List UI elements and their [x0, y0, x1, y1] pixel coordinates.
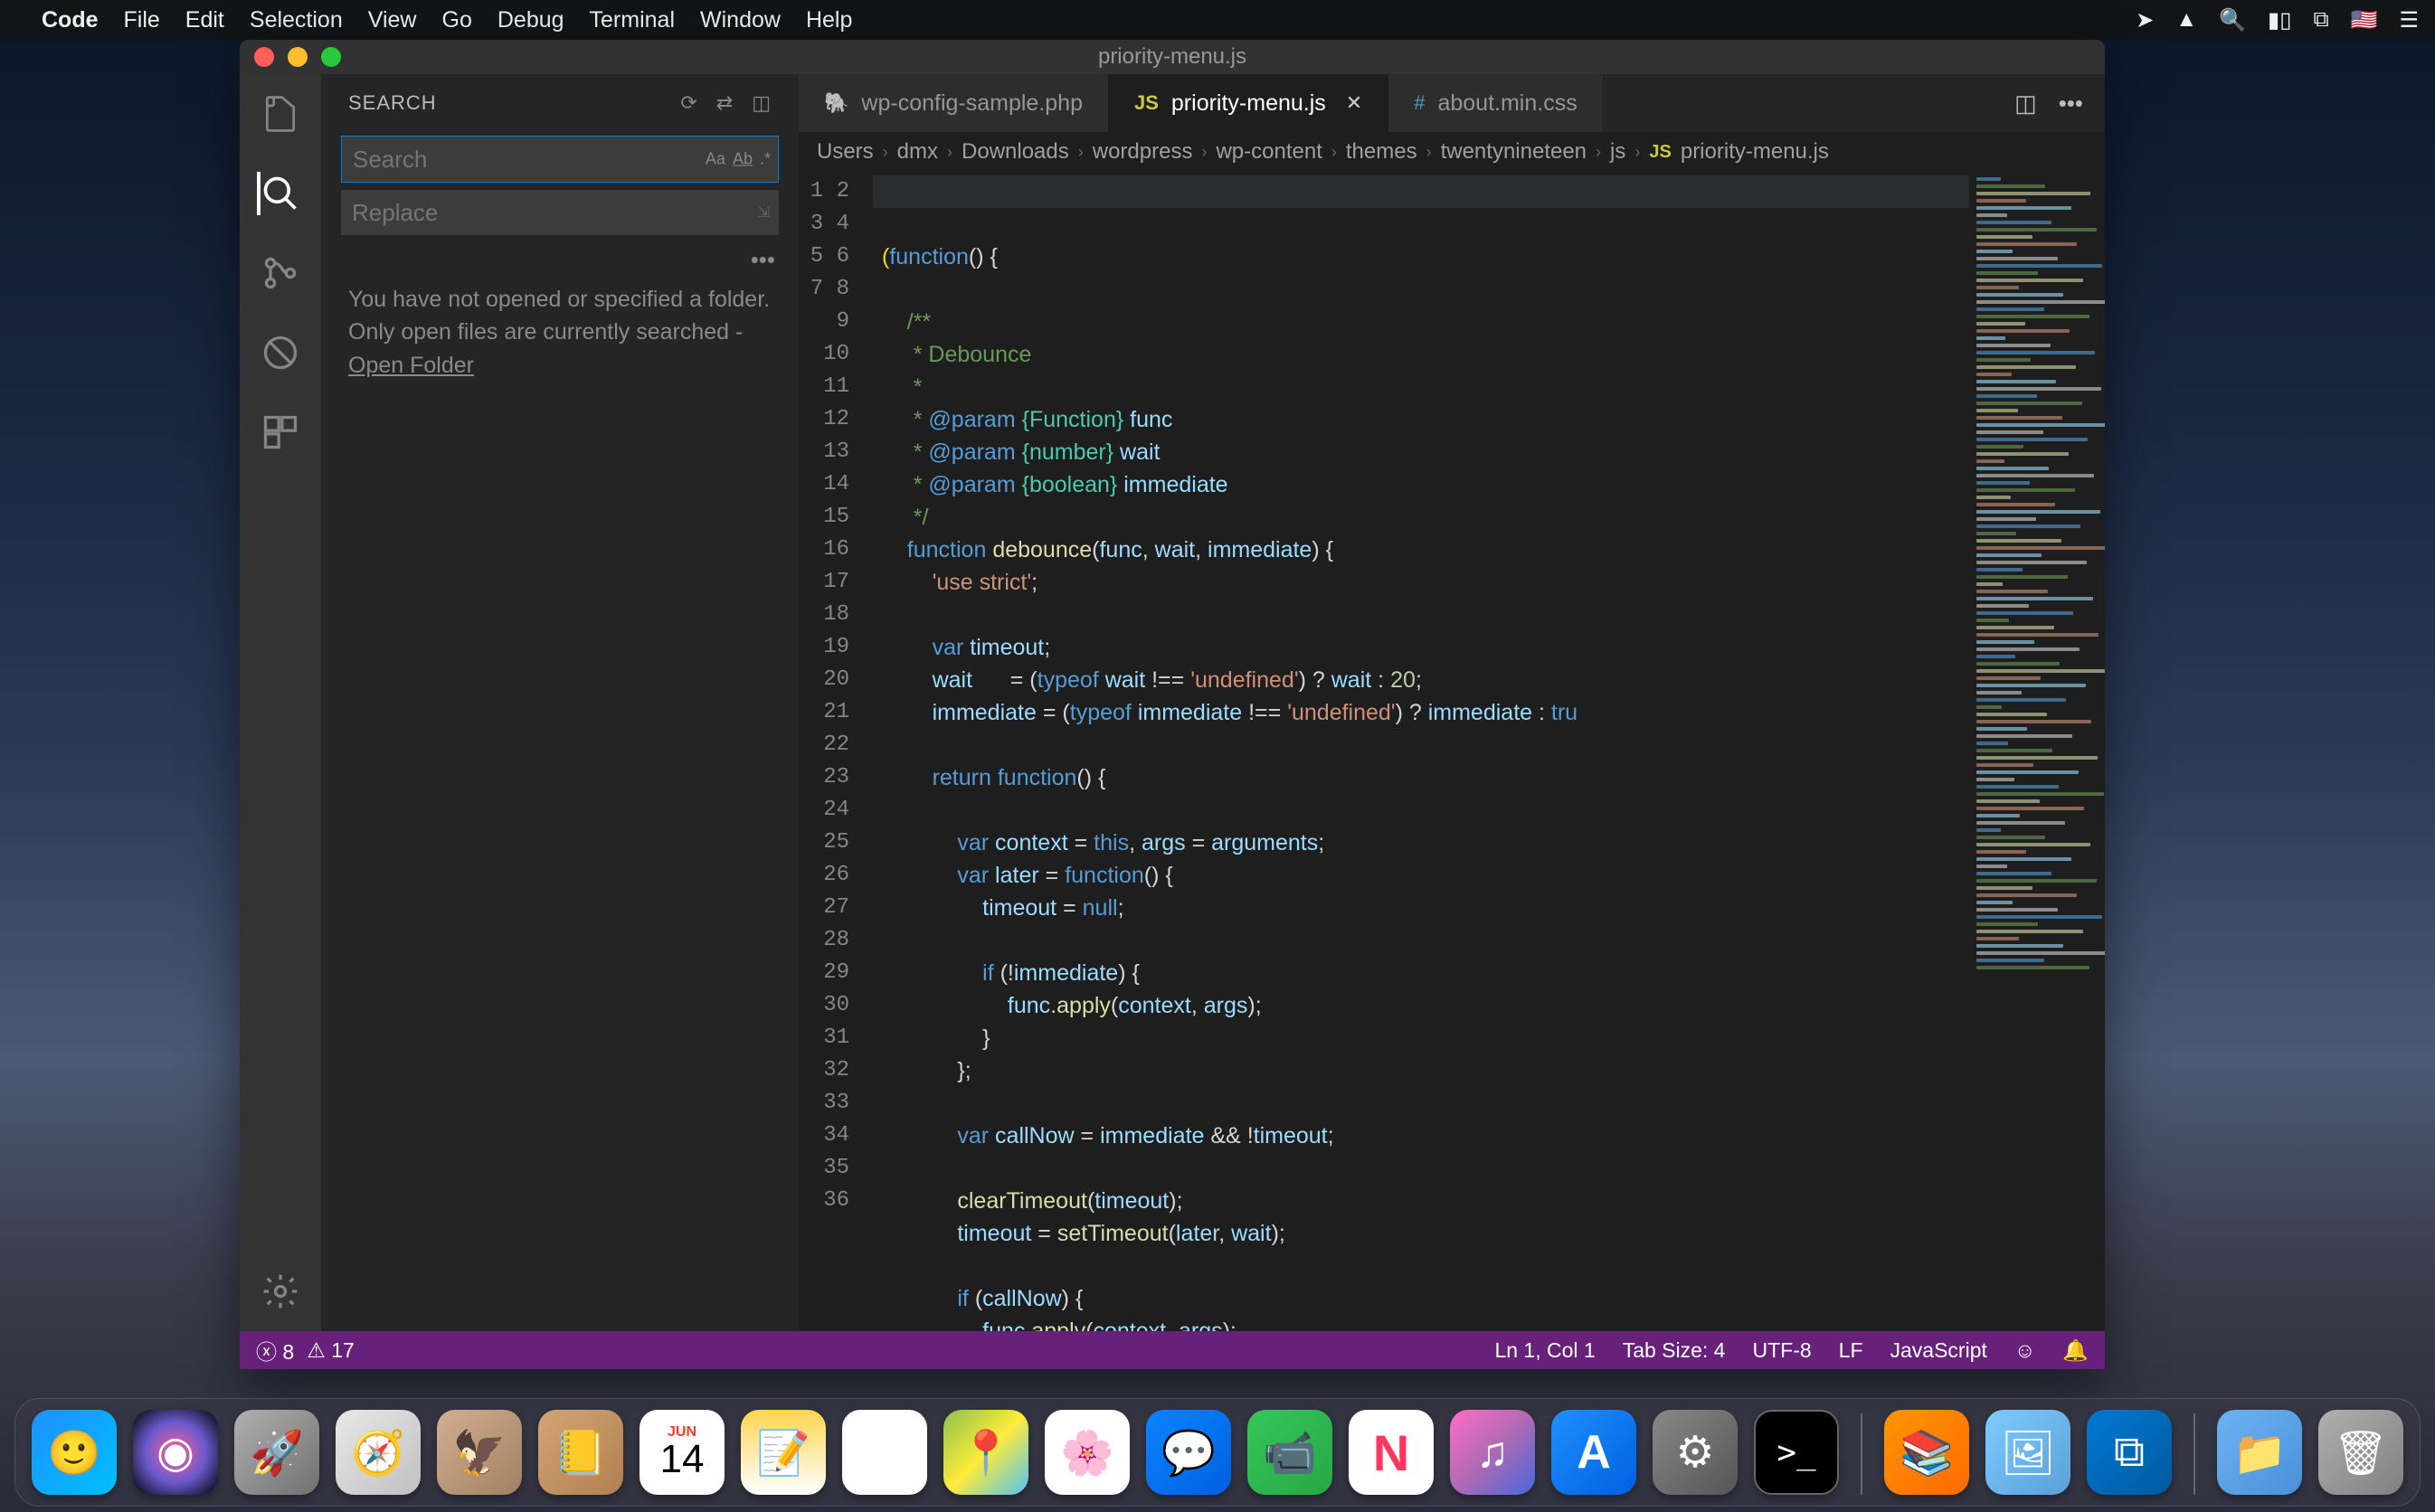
dock-launchpad[interactable]: 🚀: [234, 1410, 319, 1495]
more-actions-icon[interactable]: •••: [2059, 90, 2083, 118]
js-file-icon: JS: [1649, 142, 1671, 163]
warnings-count[interactable]: ⚠ 17: [307, 1338, 355, 1363]
dock: 🙂◉🚀🧭🦅📒JUN14📝☰📍🌸💬📹N♫A⚙>_ 📚🖼⧉ 📁🗑: [14, 1398, 2421, 1507]
search-icon[interactable]: [257, 172, 300, 215]
menu-go[interactable]: Go: [442, 7, 472, 33]
status-cursor-icon[interactable]: ➤: [2136, 7, 2154, 33]
menu-debug[interactable]: Debug: [497, 7, 564, 33]
battery-icon[interactable]: ▮▯: [2268, 7, 2291, 33]
search-sidebar: SEARCH ⟳ ⇄ ◫ Aa Ab .* ⇲ •••: [321, 74, 799, 1331]
dock-notes[interactable]: 📝: [741, 1410, 826, 1495]
dock-contacts[interactable]: 📒: [538, 1410, 623, 1495]
dock-terminal[interactable]: >_: [1754, 1410, 1839, 1495]
search-input-wrapper: Aa Ab .*: [341, 136, 779, 183]
activity-bar: [240, 74, 321, 1331]
toggle-search-details-icon[interactable]: •••: [321, 246, 799, 274]
js-file-icon: JS: [1134, 91, 1159, 115]
menu-file[interactable]: File: [124, 7, 160, 33]
dock-maps[interactable]: 📍: [943, 1410, 1028, 1495]
menu-edit[interactable]: Edit: [185, 7, 224, 33]
sidebar-title: SEARCH: [348, 91, 680, 115]
use-regex-icon[interactable]: .*: [760, 150, 771, 169]
feedback-icon[interactable]: ☺: [2014, 1338, 2035, 1363]
dock-appstore[interactable]: A: [1551, 1410, 1636, 1495]
new-search-editor-icon[interactable]: ◫: [752, 91, 772, 115]
eol[interactable]: LF: [1839, 1338, 1863, 1363]
errors-count[interactable]: ⓧ 8: [256, 1335, 294, 1366]
control-center-icon[interactable]: ☰: [2399, 7, 2419, 33]
search-message: You have not opened or specified a folde…: [321, 274, 799, 391]
breadcrumbs[interactable]: Users› dmx› Downloads› wordpress› wp-con…: [799, 132, 2105, 172]
dock-photos[interactable]: 🌸: [1045, 1410, 1130, 1495]
menu-selection[interactable]: Selection: [250, 7, 343, 33]
display-icon[interactable]: ⧉: [2313, 7, 2328, 33]
menu-terminal[interactable]: Terminal: [590, 7, 675, 33]
extensions-icon[interactable]: [259, 411, 302, 454]
replace-all-icon[interactable]: ⇲: [758, 203, 770, 222]
tab-about-css[interactable]: # about.min.css: [1388, 74, 1604, 132]
mac-menubar: Code File Edit Selection View Go Debug T…: [0, 0, 2435, 40]
settings-gear-icon[interactable]: [259, 1270, 302, 1313]
dock-mail[interactable]: 🦅: [437, 1410, 522, 1495]
menu-help[interactable]: Help: [806, 7, 852, 33]
status-notification-icon[interactable]: ▲: [2175, 7, 2197, 33]
match-case-icon[interactable]: Aa: [706, 150, 725, 169]
notifications-icon[interactable]: 🔔: [2062, 1338, 2089, 1363]
replace-input-wrapper: ⇲: [341, 190, 779, 235]
menubar-app-name[interactable]: Code: [42, 7, 99, 33]
dock-downloads[interactable]: 📁: [2217, 1410, 2302, 1495]
dock-facetime[interactable]: 📹: [1247, 1410, 1332, 1495]
dock-siri[interactable]: ◉: [133, 1410, 218, 1495]
spotlight-icon[interactable]: 🔍: [2219, 7, 2246, 33]
tab-priority-menu[interactable]: JS priority-menu.js ✕: [1109, 74, 1388, 132]
code-editor[interactable]: (function() { /** * Debounce * * @param …: [873, 172, 1969, 1331]
clear-search-icon[interactable]: ⇄: [716, 91, 734, 115]
dock-news[interactable]: N: [1349, 1410, 1434, 1495]
dock-messages[interactable]: 💬: [1146, 1410, 1231, 1495]
status-bar: ⓧ 8 ⚠ 17 Ln 1, Col 1 Tab Size: 4 UTF-8 L…: [240, 1331, 2105, 1369]
split-editor-icon[interactable]: ◫: [2014, 90, 2037, 118]
dock-preferences[interactable]: ⚙: [1653, 1410, 1738, 1495]
tab-wp-config[interactable]: 🐘 wp-config-sample.php: [799, 74, 1109, 132]
explorer-icon[interactable]: [259, 92, 302, 136]
line-number-gutter: 1 2 3 4 5 6 7 8 9 10 11 12 13 14 15 16 1…: [799, 172, 873, 1331]
tab-size[interactable]: Tab Size: 4: [1623, 1338, 1726, 1363]
dock-itunes[interactable]: ♫: [1450, 1410, 1535, 1495]
dock-calendar[interactable]: JUN14: [640, 1410, 725, 1495]
editor-area: 🐘 wp-config-sample.php JS priority-menu.…: [799, 74, 2105, 1331]
debug-icon[interactable]: [259, 331, 302, 374]
replace-input[interactable]: [341, 190, 779, 235]
dock-finder[interactable]: 🙂: [32, 1410, 117, 1495]
close-tab-icon[interactable]: ✕: [1346, 91, 1362, 115]
dock-vscode[interactable]: ⧉: [2087, 1410, 2172, 1495]
encoding[interactable]: UTF-8: [1752, 1338, 1811, 1363]
open-folder-link[interactable]: Open Folder: [348, 353, 474, 378]
window-title: priority-menu.js: [240, 44, 2105, 70]
menu-view[interactable]: View: [368, 7, 417, 33]
dock-trash[interactable]: 🗑: [2318, 1410, 2403, 1495]
match-whole-word-icon[interactable]: Ab: [733, 150, 753, 169]
flag-icon[interactable]: 🇺🇸: [2351, 7, 2378, 33]
dock-preview[interactable]: 🖼: [1985, 1410, 2070, 1495]
dock-reminders[interactable]: ☰: [842, 1410, 927, 1495]
dock-safari[interactable]: 🧭: [336, 1410, 421, 1495]
titlebar: priority-menu.js: [240, 40, 2105, 74]
php-file-icon: 🐘: [824, 91, 848, 115]
source-control-icon[interactable]: [259, 251, 302, 295]
tab-bar: 🐘 wp-config-sample.php JS priority-menu.…: [799, 74, 2105, 132]
minimap[interactable]: [1969, 172, 2105, 1331]
dock-books[interactable]: 📚: [1884, 1410, 1969, 1495]
cursor-position[interactable]: Ln 1, Col 1: [1494, 1338, 1595, 1363]
css-file-icon: #: [1414, 91, 1425, 115]
vscode-window: priority-menu.js: [240, 40, 2105, 1369]
language-mode[interactable]: JavaScript: [1890, 1338, 1987, 1363]
refresh-icon[interactable]: ⟳: [680, 91, 697, 115]
menu-window[interactable]: Window: [700, 7, 781, 33]
